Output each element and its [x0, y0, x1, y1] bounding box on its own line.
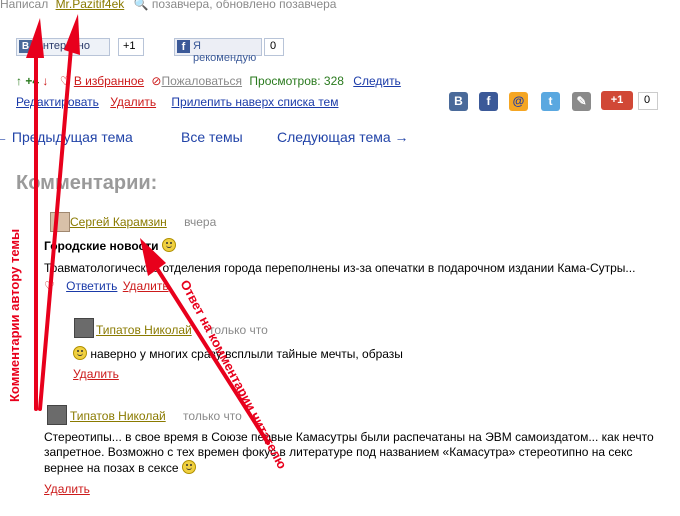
arrowhead	[64, 14, 80, 55]
arrowhead	[26, 18, 44, 58]
arrowhead	[140, 238, 166, 276]
annotation-reader-reply: Ответ на комментарии читателю	[177, 277, 290, 471]
annotation-topic-author: Комментарии автору темы	[7, 229, 22, 402]
annotation-arrows: Комментарии автору темы Ответ на коммент…	[7, 14, 290, 471]
arrow-to-author-name	[38, 46, 73, 411]
